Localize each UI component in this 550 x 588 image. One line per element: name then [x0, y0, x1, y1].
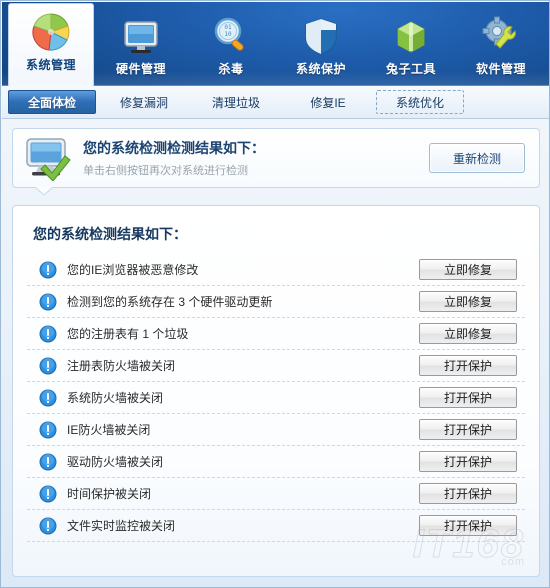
row-label: 系统防火墙被关闭: [67, 391, 164, 405]
table-row[interactable]: 您的IE浏览器被恶意修改 立即修复: [27, 254, 525, 286]
row-label: 您的注册表有 1 个垃圾: [67, 327, 189, 341]
warning-icon: [39, 261, 57, 278]
table-row[interactable]: 系统防火墙被关闭 打开保护: [27, 382, 525, 414]
pie-chart-icon: [32, 13, 70, 51]
toolbar-item-label: 兔子工具: [385, 62, 436, 76]
main-toolbar: 系统管理 硬件管理 01 10 杀毒 系统保护 兔子工具 软件管理: [2, 2, 549, 86]
gear-wrench-icon: [482, 16, 516, 49]
warning-icon: [39, 389, 57, 406]
table-row[interactable]: 注册表防火墙被关闭 打开保护: [27, 350, 525, 382]
warning-icon: [39, 421, 57, 438]
banner-pointer-tail: [35, 187, 53, 196]
tab-label: 修复IE: [310, 95, 346, 110]
tab-fix-vulnerability[interactable]: 修复漏洞: [100, 90, 188, 114]
tab-strip: 全面体检 修复漏洞 清理垃圾 修复IE 系统优化: [2, 86, 549, 119]
shield-icon: [305, 18, 337, 55]
row-action-button[interactable]: 立即修复: [419, 291, 517, 312]
rescan-button-label: 重新检测: [452, 151, 501, 166]
row-action-label: 打开保护: [443, 423, 492, 437]
green-box-icon: [397, 21, 425, 53]
table-row[interactable]: 检测到您的系统存在 3 个硬件驱动更新 立即修复: [27, 286, 525, 318]
tab-label: 清理垃圾: [211, 95, 260, 110]
banner-text-block: 您的系统检测检测结果如下： 单击右侧按钮再次对系统进行检测: [77, 138, 429, 178]
scan-result-banner: 您的系统检测检测结果如下： 单击右侧按钮再次对系统进行检测 重新检测: [12, 128, 540, 188]
tab-clean-junk[interactable]: 清理垃圾: [192, 90, 280, 114]
row-action-label: 打开保护: [443, 487, 492, 501]
toolbar-items: 系统管理 硬件管理 01 10 杀毒 系统保护 兔子工具 软件管理: [2, 2, 549, 86]
row-label: IE防火墙被关闭: [67, 423, 151, 437]
warning-icon: [39, 357, 57, 374]
toolbar-item-label: 硬件管理: [115, 62, 166, 76]
results-title: 您的系统检测结果如下：: [33, 226, 187, 242]
table-row[interactable]: IE防火墙被关闭 打开保护: [27, 414, 525, 446]
toolbar-item-antivirus[interactable]: 01 10 杀毒: [188, 8, 274, 86]
toolbar-item-rabbit-tools[interactable]: 兔子工具: [368, 8, 454, 86]
row-action-button[interactable]: 立即修复: [419, 259, 517, 280]
row-label: 您的IE浏览器被恶意修改: [67, 263, 199, 277]
rescan-button[interactable]: 重新检测: [429, 143, 525, 173]
toolbar-item-software-manage[interactable]: 软件管理: [458, 8, 544, 86]
tab-label: 全面体检: [27, 95, 76, 110]
magnifier-icon: 01 10: [214, 17, 244, 51]
toolbar-item-system-manage[interactable]: 系统管理: [8, 3, 94, 86]
toolbar-item-hardware-manage[interactable]: 硬件管理: [98, 8, 184, 86]
svg-text:10: 10: [224, 31, 232, 38]
row-label: 检测到您的系统存在 3 个硬件驱动更新: [67, 295, 273, 309]
banner-subtitle: 单击右侧按钮再次对系统进行检测: [83, 165, 248, 177]
row-action-label: 立即修复: [443, 263, 492, 277]
row-action-label: 立即修复: [443, 327, 492, 341]
tab-label: 系统优化: [395, 95, 444, 110]
table-row[interactable]: 您的注册表有 1 个垃圾 立即修复: [27, 318, 525, 350]
toolbar-item-label: 系统管理: [25, 58, 76, 72]
row-action-label: 打开保护: [443, 359, 492, 373]
warning-icon: [39, 453, 57, 470]
warning-icon: [39, 293, 57, 310]
row-label: 注册表防火墙被关闭: [67, 359, 176, 373]
row-action-button[interactable]: 打开保护: [419, 387, 517, 408]
warning-icon: [39, 517, 57, 534]
banner-title: 您的系统检测检测结果如下：: [83, 140, 265, 156]
row-action-button[interactable]: 打开保护: [419, 419, 517, 440]
tab-full-checkup[interactable]: 全面体检: [8, 90, 96, 114]
tab-label: 修复漏洞: [119, 95, 168, 110]
watermark-suffix: com: [501, 556, 525, 568]
monitor-check-icon: [26, 138, 71, 181]
row-action-label: 打开保护: [443, 391, 492, 405]
toolbar-item-label: 系统保护: [295, 62, 346, 76]
table-row[interactable]: 文件实时监控被关闭 打开保护: [27, 510, 525, 542]
warning-icon: [39, 485, 57, 502]
row-label: 时间保护被关闭: [67, 487, 152, 501]
row-action-label: 立即修复: [443, 295, 492, 309]
tab-system-optimize[interactable]: 系统优化: [376, 90, 464, 114]
application-window: 系统管理 硬件管理 01 10 杀毒 系统保护 兔子工具 软件管理 全面体检 修…: [0, 0, 550, 588]
results-panel: 您的系统检测结果如下： 您的IE浏览器被恶意修改 立即修复 检测到您的系统存在 …: [12, 205, 540, 577]
tab-fix-ie[interactable]: 修复IE: [284, 90, 372, 114]
row-action-label: 打开保护: [443, 519, 492, 533]
row-action-button[interactable]: 打开保护: [419, 483, 517, 504]
row-action-button[interactable]: 打开保护: [419, 355, 517, 376]
table-row[interactable]: 驱动防火墙被关闭 打开保护: [27, 446, 525, 478]
row-label: 驱动防火墙被关闭: [67, 455, 164, 469]
svg-text:01: 01: [224, 24, 232, 31]
warning-icon: [39, 325, 57, 342]
toolbar-item-label: 杀毒: [218, 62, 244, 76]
row-action-button[interactable]: 打开保护: [419, 515, 517, 536]
table-row[interactable]: 时间保护被关闭 打开保护: [27, 478, 525, 510]
row-action-label: 打开保护: [443, 455, 492, 469]
toolbar-item-label: 软件管理: [475, 62, 526, 76]
row-action-button[interactable]: 打开保护: [419, 451, 517, 472]
row-action-button[interactable]: 立即修复: [419, 323, 517, 344]
row-label: 文件实时监控被关闭: [67, 519, 176, 533]
monitor-icon: [124, 21, 158, 53]
toolbar-item-system-protect[interactable]: 系统保护: [278, 8, 364, 86]
